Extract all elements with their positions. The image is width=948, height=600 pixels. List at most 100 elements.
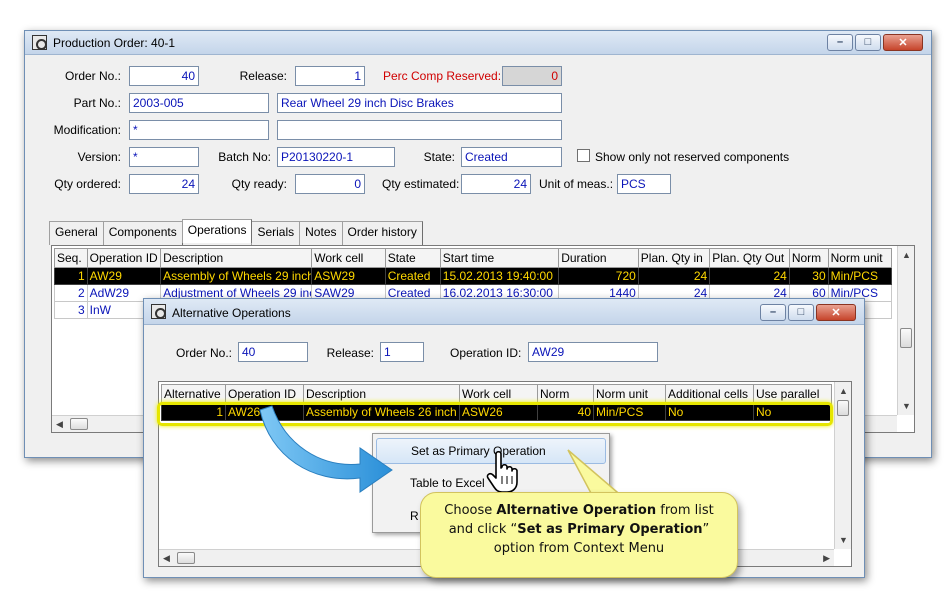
gear-icon xyxy=(151,304,166,319)
cell-state: Created xyxy=(384,267,441,285)
scroll-right-icon[interactable]: ▶ xyxy=(823,553,830,564)
cell-plan-qty-in: 24 xyxy=(637,267,711,285)
scroll-up-icon[interactable]: ▲ xyxy=(839,386,848,396)
scroll-thumb[interactable] xyxy=(900,328,912,348)
column-header[interactable]: Norm xyxy=(788,248,829,268)
column-header[interactable]: Norm unit xyxy=(827,248,893,268)
column-header[interactable]: Use parallel xyxy=(753,384,832,404)
table-header: Seq. Operation ID Description Work cell … xyxy=(54,248,893,268)
column-header[interactable]: Operation ID xyxy=(86,248,162,268)
maximize-button[interactable]: □ xyxy=(855,34,881,51)
alt-window-title: Alternative Operations xyxy=(172,306,291,320)
alt-order-no-label: Order No.: xyxy=(175,346,232,360)
callout-text-part: option from Context Menu xyxy=(493,541,665,556)
alt-release-label: Release: xyxy=(326,346,374,360)
cell-operation-id: AW29 xyxy=(86,267,162,285)
qty-ordered-field[interactable]: 24 xyxy=(129,174,199,194)
column-header[interactable]: State xyxy=(384,248,441,268)
pointer-arrow-icon xyxy=(259,405,393,493)
alt-operation-id-label: Operation ID: xyxy=(450,346,522,360)
cell-plan-qty-out: 24 xyxy=(709,267,790,285)
alt-operation-id-field: AW29 xyxy=(528,342,658,362)
scroll-thumb[interactable] xyxy=(70,418,88,430)
window-title: Production Order: 40-1 xyxy=(53,36,176,50)
cell-description: Assembly of Wheels 29 inch xyxy=(160,267,313,285)
tab-general[interactable]: General xyxy=(49,221,104,245)
unit-label: Unit of meas.: xyxy=(539,177,614,191)
scroll-down-icon[interactable]: ▼ xyxy=(839,535,848,545)
scroll-thumb[interactable] xyxy=(177,552,195,564)
show-only-label: Show only not reserved components xyxy=(595,150,790,164)
main-titlebar: Production Order: 40-1 – □ ✕ xyxy=(25,31,931,55)
alternatives-vscroll[interactable]: ▲ ▼ xyxy=(834,382,851,549)
tab-notes[interactable]: Notes xyxy=(299,221,343,245)
scroll-up-icon[interactable]: ▲ xyxy=(902,250,911,260)
order-no-label: Order No.: xyxy=(64,69,121,83)
qty-ordered-label: Qty ordered: xyxy=(54,177,121,191)
column-header[interactable]: Start time xyxy=(439,248,560,268)
hand-cursor-icon xyxy=(486,450,518,493)
column-header[interactable]: Work cell xyxy=(311,248,386,268)
callout-text: Choose Alternative Operation from list a… xyxy=(421,501,737,558)
perc-comp-field: 0 xyxy=(502,66,562,86)
column-header[interactable]: Alternative xyxy=(161,384,226,404)
scroll-left-icon[interactable]: ◀ xyxy=(56,419,63,430)
operations-vscroll[interactable]: ▲ ▼ xyxy=(897,246,914,415)
column-header[interactable]: Work cell xyxy=(459,384,538,404)
batch-no-label: Batch No: xyxy=(218,150,271,164)
qty-ready-field: 0 xyxy=(295,174,365,194)
column-header[interactable]: Description xyxy=(160,248,313,268)
cell-duration: 720 xyxy=(558,267,639,285)
tab-strip: General Components Operations Serials No… xyxy=(49,219,423,245)
maximize-button[interactable]: □ xyxy=(788,304,814,321)
column-header[interactable]: Duration xyxy=(558,248,639,268)
batch-no-field[interactable]: P20130220-1 xyxy=(277,147,395,167)
callout-text-part: ” xyxy=(702,522,710,537)
callout-emphasis: Set as Primary Operation xyxy=(517,522,703,537)
alt-order-no-field: 40 xyxy=(238,342,308,362)
release-field[interactable]: 1 xyxy=(295,66,365,86)
table-row[interactable]: 1 AW29 Assembly of Wheels 29 inch ASW29 … xyxy=(54,267,893,285)
tab-order-history[interactable]: Order history xyxy=(341,221,423,245)
modification-extra-field xyxy=(277,120,562,140)
part-no-field[interactable]: 2003-005 xyxy=(129,93,269,113)
column-header[interactable]: Plan. Qty Out xyxy=(709,248,790,268)
part-description-field: Rear Wheel 29 inch Disc Brakes xyxy=(277,93,562,113)
version-field[interactable]: * xyxy=(129,147,199,167)
column-header[interactable]: Additional cells xyxy=(665,384,754,404)
tab-components[interactable]: Components xyxy=(102,221,183,245)
version-label: Version: xyxy=(77,150,121,164)
unit-field: PCS xyxy=(617,174,671,194)
tab-serials[interactable]: Serials xyxy=(251,221,301,245)
cell-seq: 3 xyxy=(54,301,88,319)
qty-estimated-label: Qty estimated: xyxy=(382,177,460,191)
qty-estimated-field: 24 xyxy=(461,174,531,194)
alt-titlebar: Alternative Operations – □ ✕ xyxy=(144,299,864,325)
column-header[interactable]: Norm xyxy=(537,384,594,404)
state-field: Created xyxy=(461,147,562,167)
close-button[interactable]: ✕ xyxy=(816,304,856,321)
instruction-callout: Choose Alternative Operation from list a… xyxy=(420,492,738,578)
perc-comp-label: Perc Comp Reserved: xyxy=(383,69,502,83)
cell-norm-unit: Min/PCS xyxy=(827,267,893,285)
callout-text-part: Choose xyxy=(444,503,497,518)
scroll-left-icon[interactable]: ◀ xyxy=(163,553,170,564)
cell-seq: 2 xyxy=(54,284,88,302)
close-button[interactable]: ✕ xyxy=(883,34,923,51)
cell-start-time: 15.02.2013 19:40:00 xyxy=(439,267,560,285)
alt-release-field: 1 xyxy=(380,342,424,362)
column-header[interactable]: Norm unit xyxy=(593,384,666,404)
order-no-field[interactable]: 40 xyxy=(129,66,199,86)
tab-operations[interactable]: Operations xyxy=(181,219,253,243)
column-header[interactable]: Plan. Qty in xyxy=(637,248,711,268)
state-label: State: xyxy=(423,150,455,164)
minimize-button[interactable]: – xyxy=(760,304,786,321)
modification-field[interactable]: * xyxy=(129,120,269,140)
scroll-thumb[interactable] xyxy=(837,400,849,416)
qty-ready-label: Qty ready: xyxy=(231,177,287,191)
minimize-button[interactable]: – xyxy=(827,34,853,51)
show-only-checkbox[interactable] xyxy=(577,149,590,162)
callout-emphasis: Alternative Operation xyxy=(496,503,657,518)
scroll-down-icon[interactable]: ▼ xyxy=(902,401,911,411)
column-header[interactable]: Seq. xyxy=(54,248,88,268)
